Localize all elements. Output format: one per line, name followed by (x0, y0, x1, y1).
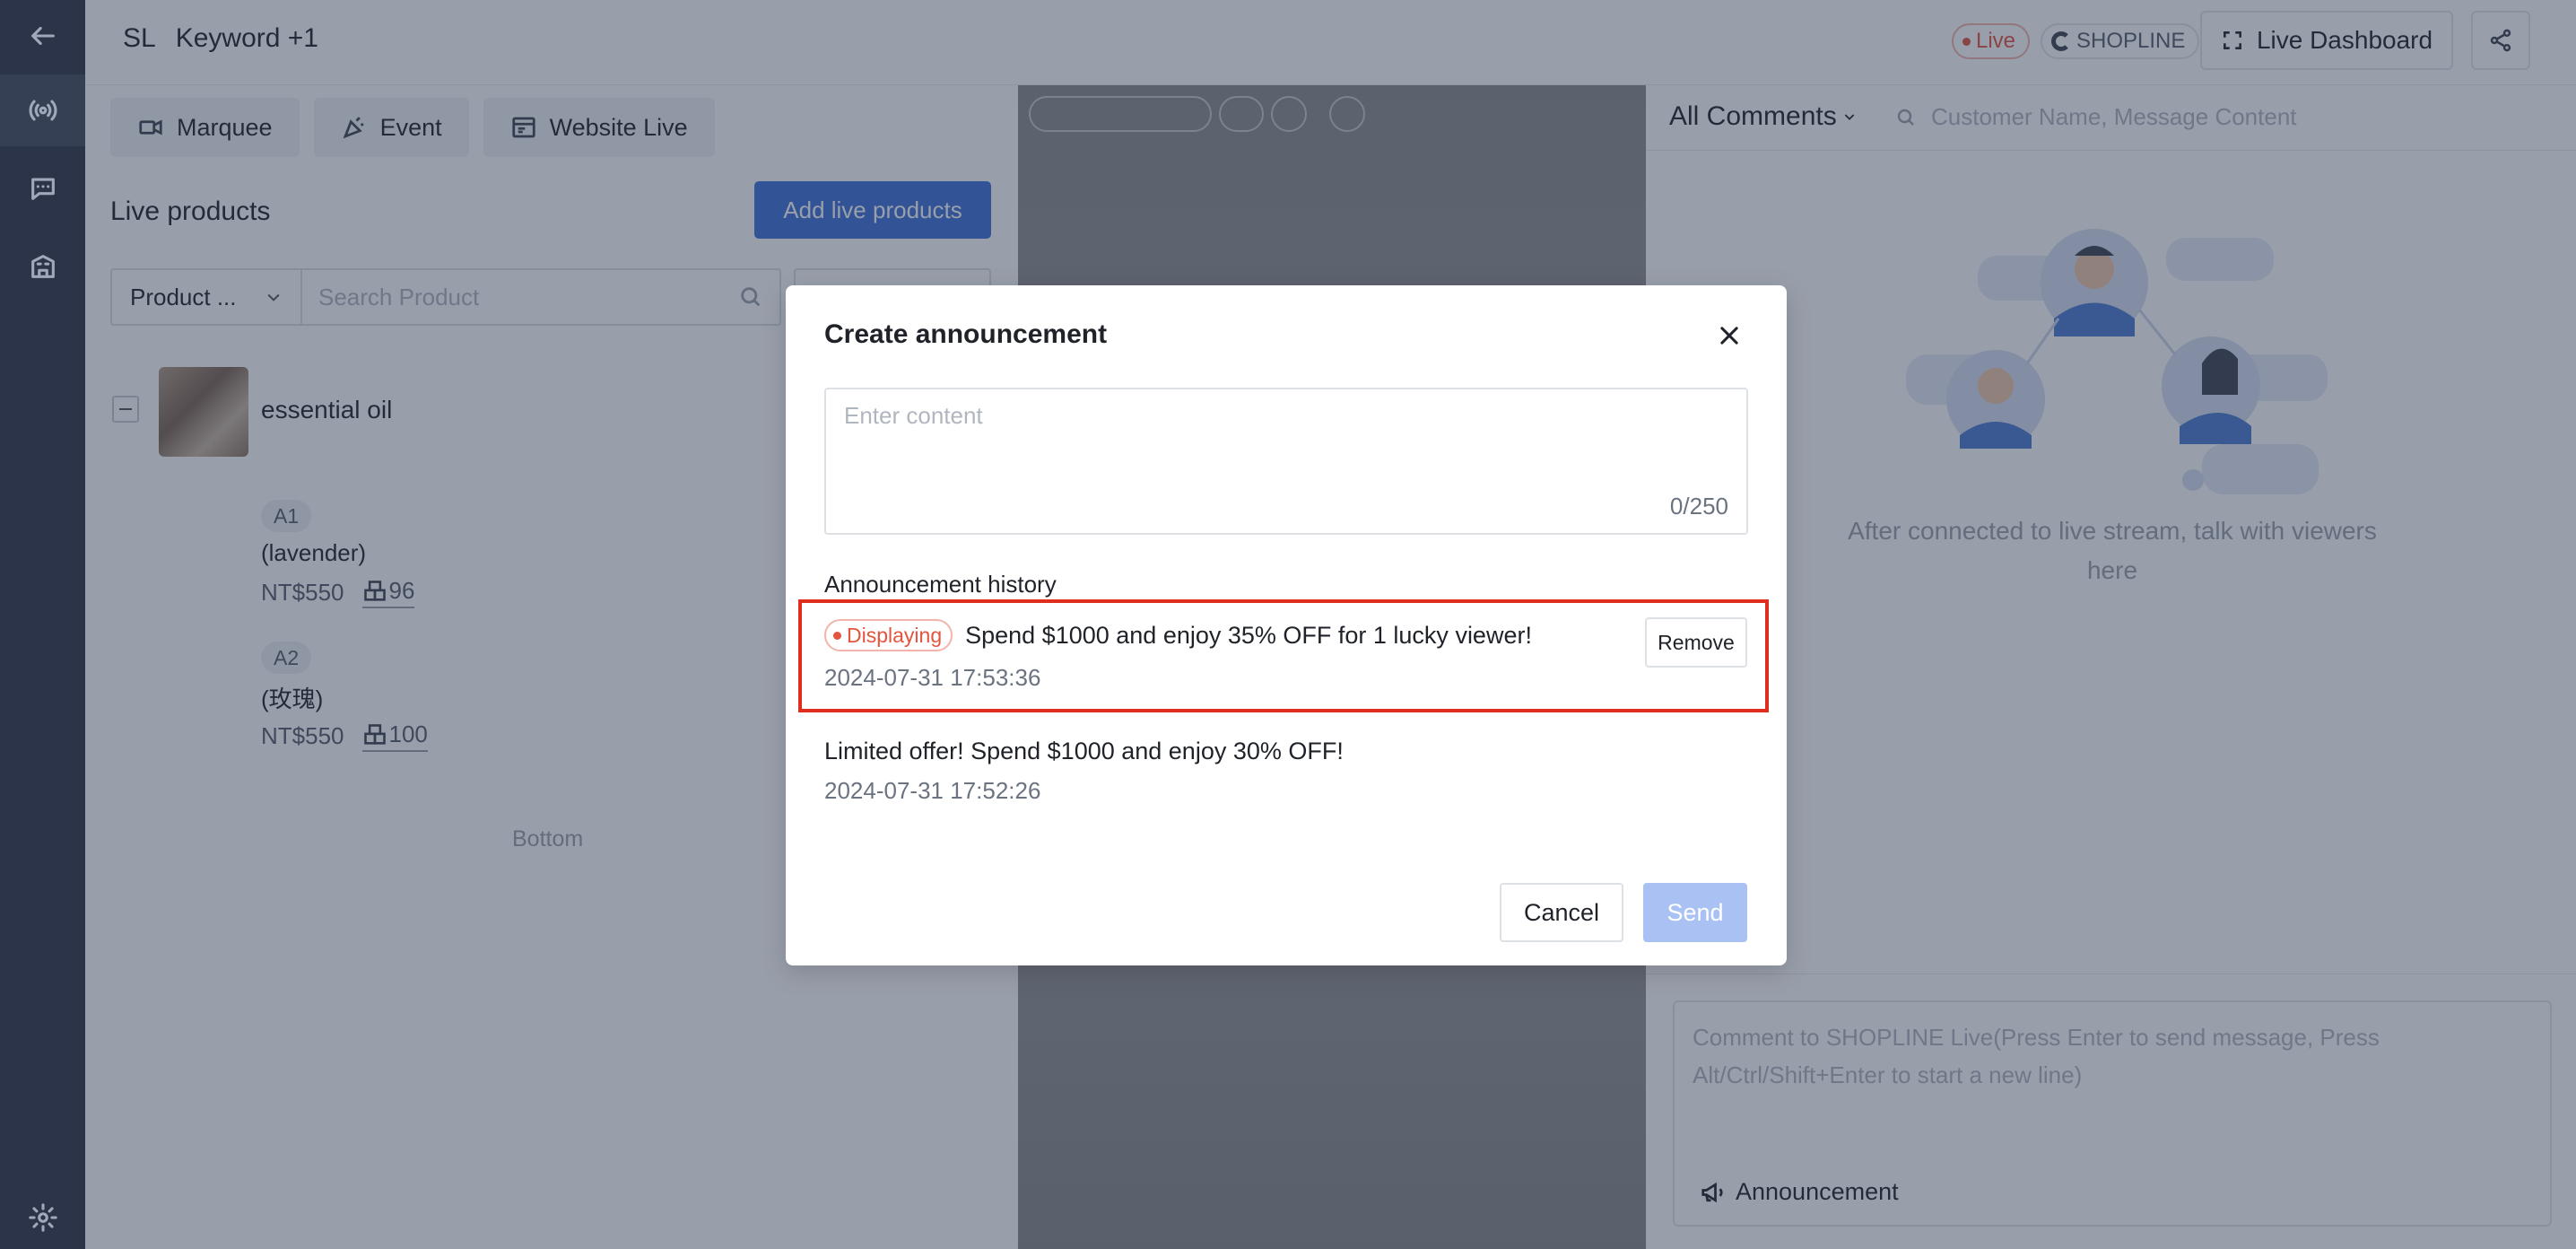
create-announcement-dialog: Create announcement Enter content 0/250 … (786, 285, 1787, 965)
close-button[interactable] (1711, 318, 1747, 354)
history-item-text-row: Limited offer! Spend $1000 and enjoy 30%… (824, 738, 1344, 765)
status-label: Displaying (847, 623, 943, 647)
send-button[interactable]: Send (1643, 883, 1747, 942)
highlight-box (798, 599, 1769, 712)
history-item-text-row: Displaying Spend $1000 and enjoy 35% OFF… (824, 619, 1532, 651)
history-item-text: Spend $1000 and enjoy 35% OFF for 1 luck… (965, 621, 1532, 649)
history-item-time: 2024-07-31 17:52:26 (824, 777, 1041, 804)
status-badge: Displaying (824, 619, 953, 651)
history-item-text: Limited offer! Spend $1000 and enjoy 30%… (824, 738, 1344, 764)
status-dot-icon (833, 631, 841, 640)
content-placeholder: Enter content (844, 402, 983, 429)
remove-button[interactable]: Remove (1645, 617, 1747, 668)
dialog-title: Create announcement (824, 319, 1108, 349)
history-item-time: 2024-07-31 17:53:36 (824, 664, 1041, 691)
announcement-content-input[interactable]: Enter content 0/250 (824, 388, 1748, 535)
history-title: Announcement history (824, 571, 1057, 598)
modal-backdrop-rail (0, 0, 85, 1249)
cancel-button[interactable]: Cancel (1500, 883, 1623, 942)
close-icon (1720, 327, 1738, 345)
char-count: 0/250 (1669, 493, 1728, 520)
